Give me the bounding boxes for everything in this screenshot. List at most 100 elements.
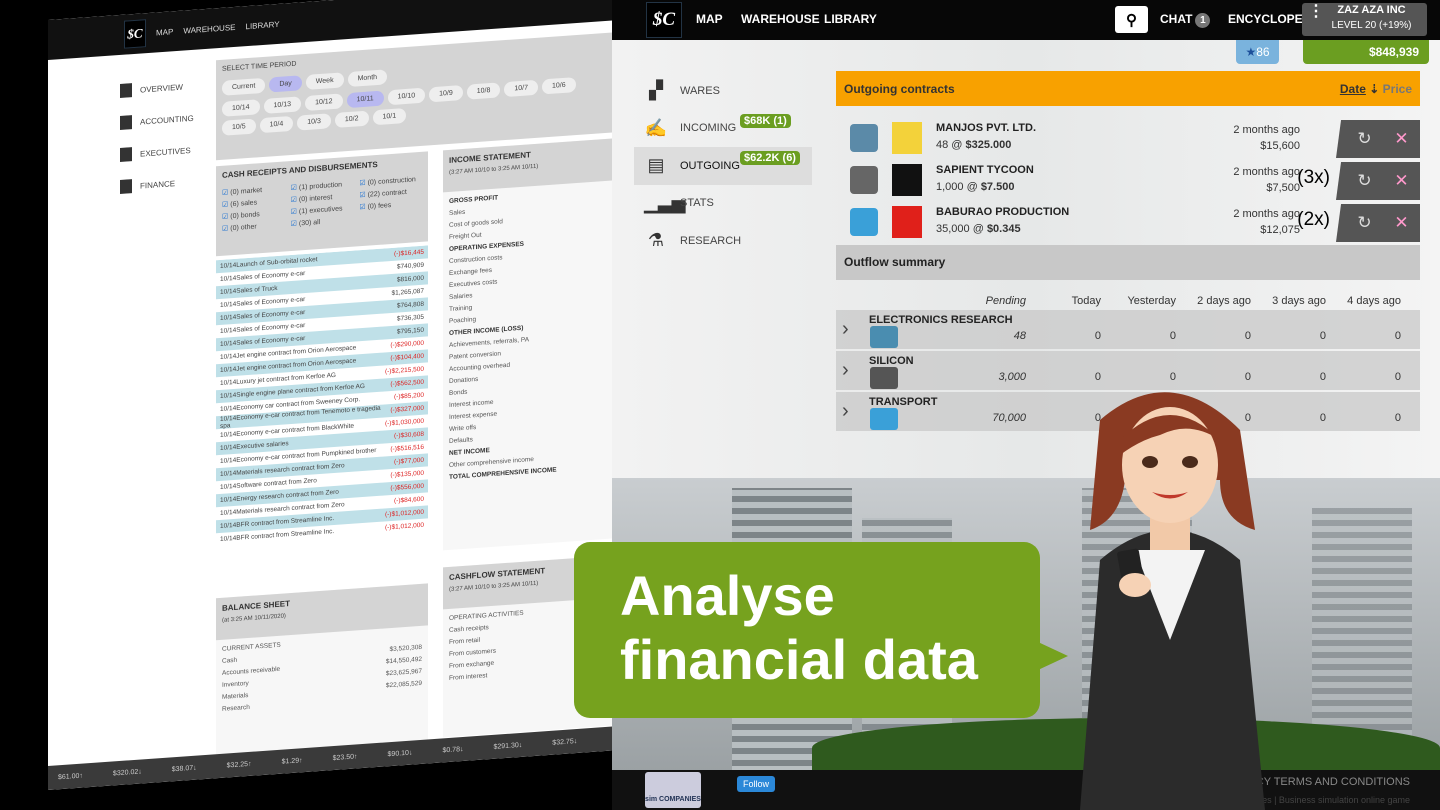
date-pill[interactable]: 10/10 (387, 87, 426, 106)
range-pill[interactable]: Current (222, 77, 266, 96)
contract-quantity: 1,000 @ $7.500 (936, 181, 1014, 193)
cancel-icon[interactable]: ✕ (1394, 171, 1408, 191)
date-pill[interactable]: 10/1 (372, 107, 407, 126)
sidebar-item-outgoing[interactable]: ▤ OUTGOING $62.2K (6) (634, 147, 812, 185)
row-amount: (-)$30,608 (394, 430, 424, 440)
chevron-right-icon[interactable]: › (842, 400, 849, 423)
cash-list[interactable]: 10/14Launch of Sub-orbital rocket (-)$16,… (216, 245, 428, 581)
date-pill[interactable]: 10/8 (466, 82, 501, 100)
row-amount: $795,150 (396, 326, 424, 336)
contract-actions: ↻ ✕ (1336, 120, 1420, 158)
filter-checkbox[interactable]: (1) production (291, 180, 354, 192)
range-pill[interactable]: Day (269, 75, 302, 93)
filter-checkbox[interactable]: (30) all (291, 216, 354, 228)
boxes-icon: ▞ (649, 80, 663, 101)
rating-badge[interactable]: ★86 (1236, 40, 1279, 64)
filter-checkbox[interactable]: (0) bonds (222, 208, 285, 220)
date-pill[interactable]: 10/2 (334, 110, 369, 128)
date-pill[interactable]: 10/11 (346, 90, 384, 109)
sidebar-item-stats[interactable]: ▁▃▅ STATS (634, 185, 812, 223)
date-pill[interactable]: 10/6 (542, 77, 576, 95)
contract-quantity: 35,000 @ $0.345 (936, 223, 1021, 235)
sidebar-label: INCOMING (680, 122, 737, 135)
search-button[interactable]: ⚲ (1115, 6, 1148, 33)
date-pill[interactable]: 10/5 (222, 118, 256, 136)
logo[interactable]: $C (646, 2, 682, 38)
sidebar-item-incoming[interactable]: ✍ INCOMING $68K (1) (634, 110, 812, 148)
sidebar-item-wares[interactable]: ▞ WARES (634, 72, 812, 110)
filter-checkbox[interactable]: (22) contract (359, 187, 422, 199)
row-amount: (-)$516,516 (390, 443, 424, 454)
contract-row[interactable]: SAPIENT TYCOON 1,000 @ $7.500 2 months ago… (836, 160, 1420, 200)
column-header: Yesterday (1127, 295, 1176, 307)
chevron-right-icon[interactable]: › (842, 359, 849, 382)
resend-icon[interactable]: ↻ (1357, 129, 1371, 149)
product-name: ELECTRONICS RESEARCH (869, 314, 1013, 326)
sidebar-item-research[interactable]: ⚗ RESEARCH (634, 222, 812, 260)
company-menu[interactable]: ⋮ ZAZ AZA INC LEVEL 20 (+19%) (1302, 3, 1427, 36)
cancel-icon[interactable]: ✕ (1394, 129, 1408, 149)
logo: $C (124, 19, 146, 49)
date-pill[interactable]: 10/9 (429, 84, 463, 103)
filter-checkbox[interactable]: (6) sales (222, 196, 285, 208)
row-amount: (-)$1,012,000 (384, 521, 424, 532)
callout-line1: Analyse (620, 564, 835, 627)
row-amount: (-)$2,215,500 (384, 365, 424, 376)
nav-library[interactable]: LIBRARY (824, 12, 877, 26)
quantity: 35,000 @ (936, 223, 987, 235)
date-pill[interactable]: 10/7 (504, 79, 538, 98)
range-pill[interactable]: Week (305, 72, 344, 90)
outgoing-header: Outgoing contracts Date ⇣ Price (836, 71, 1420, 106)
ticker-item: $0.78↓ (442, 745, 464, 754)
chat-button[interactable]: CHAT 1 (1160, 12, 1211, 28)
date-pill[interactable]: 10/4 (259, 115, 294, 134)
twitter-follow-button[interactable]: Follow (737, 776, 776, 792)
repeat-count: (2x) (1297, 209, 1330, 230)
contract-row[interactable]: BABURAO PRODUCTION 35,000 @ $0.345 2 month… (836, 202, 1420, 242)
resend-icon[interactable]: ↻ (1357, 213, 1371, 233)
contract-actions: ↻ ✕ (1336, 204, 1420, 242)
rating-value: 86 (1256, 45, 1270, 59)
cash-balance[interactable]: $848,939 (1303, 40, 1429, 64)
nav-warehouse[interactable]: WAREHOUSE (183, 22, 235, 35)
outflow-row[interactable]: › ELECTRONICS RESEARCH 48 0 0 0 0 0 (836, 310, 1420, 349)
row-amount: $740,909 (396, 261, 424, 271)
filter-checkbox[interactable]: (0) interest (291, 192, 354, 204)
filter-checkbox[interactable]: (0) other (222, 220, 285, 232)
product-icon (870, 326, 898, 348)
outflow-summary-header: Outflow summary (836, 245, 1420, 280)
left-sidebar-item[interactable]: FINANCE (120, 165, 210, 203)
row-amount: (-)$290,000 (390, 339, 424, 350)
range-pill[interactable]: Month (347, 69, 388, 88)
document-icon: ▤ (647, 155, 665, 176)
nav-map[interactable]: MAP (156, 27, 173, 37)
total: $12,075 (1260, 224, 1300, 236)
filter-checkbox[interactable]: (0) fees (359, 199, 422, 211)
date-pill[interactable]: 10/14 (222, 99, 260, 117)
nav-warehouse[interactable]: WAREHOUSE (741, 12, 820, 26)
resend-icon[interactable]: ↻ (1357, 171, 1371, 191)
date-pill[interactable]: 10/12 (305, 93, 343, 112)
nav-library[interactable]: LIBRARY (246, 19, 280, 30)
time-period-panel: SELECT TIME PERIOD Current Day Week Month 1… (216, 32, 614, 161)
sim-companies-logo[interactable]: sim COMPANIES (645, 772, 701, 808)
repeat-count: (3x) (1297, 167, 1330, 188)
row-amount: (-)$77,000 (394, 456, 424, 466)
row-amount: (-)$85,200 (394, 391, 424, 401)
sidebar-label: RESEARCH (680, 234, 742, 247)
company-name: BABURAO PRODUCTION (936, 206, 1070, 218)
chevron-right-icon[interactable]: › (842, 318, 849, 341)
sort-price[interactable]: Price (1383, 82, 1412, 96)
product-icon (846, 204, 926, 240)
time-ago: 2 months ago (1233, 208, 1300, 220)
date-pill[interactable]: 10/13 (263, 96, 302, 114)
filter-checkbox[interactable]: (0) construction (359, 175, 422, 187)
date-pill[interactable]: 10/3 (297, 113, 331, 131)
nav-map[interactable]: MAP (696, 12, 723, 26)
contract-row[interactable]: MANJOS PVT. LTD. 48 @ $325.000 2 months ag… (836, 118, 1420, 158)
sort-date[interactable]: Date (1340, 82, 1366, 96)
filter-checkbox[interactable]: (0) market (222, 184, 285, 196)
filter-checkbox[interactable]: (1) executives (291, 204, 354, 216)
sidebar-icon (120, 83, 132, 98)
cancel-icon[interactable]: ✕ (1394, 213, 1408, 233)
